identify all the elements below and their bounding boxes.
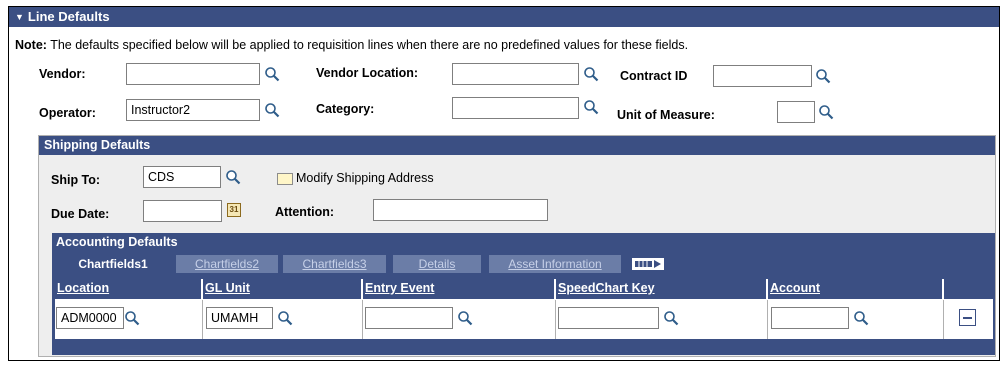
- shipping-defaults-header: Shipping Defaults: [39, 136, 995, 155]
- tab-chartfields2[interactable]: Chartfields2: [176, 255, 278, 273]
- vendor-input[interactable]: [126, 63, 260, 85]
- category-input[interactable]: [452, 97, 579, 119]
- contract-id-label: Contract ID: [620, 69, 688, 83]
- speedchart-key-lookup-search-icon[interactable]: [663, 310, 679, 326]
- tab-chartfields3[interactable]: Chartfields3: [283, 255, 386, 273]
- column-header-gl-unit[interactable]: GL Unit: [203, 279, 361, 299]
- column-header-actions: [944, 279, 993, 299]
- tab-chartfields1[interactable]: Chartfields1: [57, 255, 169, 273]
- operator-label: Operator:: [39, 106, 96, 120]
- line-defaults-header[interactable]: ▼ Line Defaults: [9, 7, 999, 27]
- defaults-note: Note: The defaults specified below will …: [15, 38, 688, 52]
- location-input[interactable]: ADM0000: [56, 307, 124, 329]
- ship-to-lookup-search-icon[interactable]: [225, 169, 241, 185]
- account-lookup-search-icon[interactable]: [853, 310, 869, 326]
- column-header-account[interactable]: Account: [768, 279, 942, 299]
- calendar-icon[interactable]: 31: [227, 203, 241, 217]
- vendor-lookup-search-icon[interactable]: [264, 66, 280, 82]
- entry-event-input[interactable]: [365, 307, 453, 329]
- ship-to-input[interactable]: CDS: [143, 166, 221, 188]
- note-text: The defaults specified below will be app…: [50, 38, 689, 52]
- vendor-location-input[interactable]: [452, 63, 579, 85]
- contract-id-lookup-search-icon[interactable]: [815, 68, 831, 84]
- show-all-columns-icon[interactable]: [631, 257, 665, 271]
- column-header-location[interactable]: Location: [55, 279, 201, 299]
- attention-input[interactable]: [373, 199, 548, 221]
- category-label: Category:: [316, 102, 375, 116]
- tab-details[interactable]: Details: [393, 255, 481, 273]
- operator-input[interactable]: Instructor2: [126, 99, 260, 121]
- operator-lookup-search-icon[interactable]: [264, 102, 280, 118]
- entry-event-lookup-search-icon[interactable]: [457, 310, 473, 326]
- vendor-location-lookup-search-icon[interactable]: [583, 66, 599, 82]
- location-lookup-search-icon[interactable]: [124, 310, 140, 326]
- unit-of-measure-lookup-search-icon[interactable]: [818, 104, 834, 120]
- minus-icon: [963, 317, 972, 319]
- tab-asset-information[interactable]: Asset Information: [489, 255, 621, 273]
- due-date-label: Due Date:: [51, 207, 110, 221]
- accounting-defaults-title: Accounting Defaults: [56, 235, 178, 249]
- section-title: Line Defaults: [27, 9, 110, 24]
- vendor-location-label: Vendor Location:: [316, 66, 419, 80]
- gl-unit-lookup-search-icon[interactable]: [277, 310, 293, 326]
- unit-of-measure-input[interactable]: [777, 101, 815, 123]
- contract-id-input[interactable]: [713, 65, 812, 87]
- due-date-input[interactable]: [143, 200, 222, 222]
- ship-to-label: Ship To:: [51, 173, 101, 187]
- note-prefix: Note:: [15, 38, 47, 52]
- unit-of-measure-label: Unit of Measure:: [617, 108, 715, 122]
- column-header-speedchart-key[interactable]: SpeedChart Key: [556, 279, 766, 299]
- delete-row-button[interactable]: [959, 309, 976, 326]
- column-header-entry-event[interactable]: Entry Event: [363, 279, 554, 299]
- modify-address-icon[interactable]: [277, 173, 293, 185]
- category-lookup-search-icon[interactable]: [583, 99, 599, 115]
- account-input[interactable]: [771, 307, 849, 329]
- vendor-label: Vendor:: [39, 67, 86, 81]
- modify-shipping-address-link[interactable]: Modify Shipping Address: [296, 171, 434, 185]
- gl-unit-input[interactable]: UMAMH: [206, 307, 273, 329]
- collapse-triangle-icon[interactable]: ▼: [15, 7, 24, 27]
- speedchart-key-input[interactable]: [558, 307, 659, 329]
- grid-footer: [55, 339, 993, 355]
- attention-label: Attention:: [275, 205, 335, 219]
